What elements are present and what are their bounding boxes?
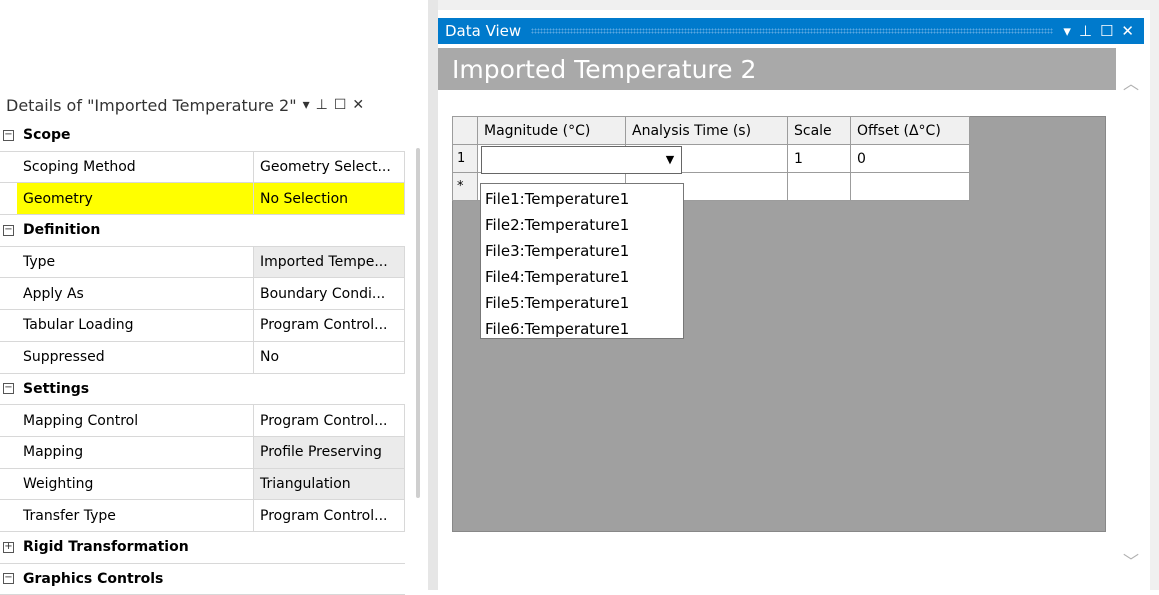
section-scope[interactable]: − Scope bbox=[0, 120, 405, 152]
panel-splitter[interactable] bbox=[428, 0, 438, 590]
column-header[interactable]: Scale bbox=[787, 116, 851, 145]
maximize-icon[interactable]: ☐ bbox=[334, 97, 347, 113]
details-grid: − Scope Scoping Method Geometry Select..… bbox=[0, 120, 405, 595]
magnitude-combobox[interactable]: ▼ bbox=[481, 146, 682, 174]
property-name: Transfer Type bbox=[17, 500, 254, 532]
property-name: Suppressed bbox=[17, 341, 254, 374]
close-icon[interactable]: ✕ bbox=[1121, 22, 1134, 40]
property-row-transfer-type[interactable]: Transfer Type Program Control... bbox=[0, 500, 405, 532]
pin-icon[interactable]: ⊥ bbox=[1079, 22, 1092, 40]
property-name: Type bbox=[17, 246, 254, 279]
property-name: Scoping Method bbox=[17, 151, 254, 184]
property-value[interactable]: No Selection bbox=[254, 183, 405, 216]
dataview-header-title: Data View bbox=[445, 22, 522, 40]
dataview-title: Imported Temperature 2 bbox=[438, 48, 1116, 90]
scroll-down-icon[interactable]: ﹀ bbox=[1123, 548, 1139, 572]
row-header[interactable]: * bbox=[452, 172, 478, 201]
property-value[interactable]: Program Control... bbox=[254, 405, 405, 437]
dataview-tools: ▾ ⊥ ☐ ✕ bbox=[1063, 22, 1144, 40]
table-cell[interactable] bbox=[850, 172, 970, 201]
collapse-icon[interactable]: − bbox=[3, 383, 14, 395]
collapse-icon[interactable]: − bbox=[3, 224, 14, 236]
property-row-suppressed[interactable]: Suppressed No bbox=[0, 341, 405, 374]
property-name: Apply As bbox=[17, 278, 254, 311]
pin-icon[interactable]: ⊥ bbox=[316, 97, 328, 113]
property-value[interactable]: Program Control... bbox=[254, 310, 405, 342]
details-panel: Details of "Imported Temperature 2" ▾ ⊥ … bbox=[0, 90, 420, 595]
collapse-icon[interactable]: − bbox=[3, 129, 14, 141]
section-rigid-transformation[interactable]: + Rigid Transformation bbox=[0, 532, 405, 564]
property-row-mapping-control[interactable]: Mapping Control Program Control... bbox=[0, 405, 405, 437]
property-value[interactable]: Boundary Condi... bbox=[254, 278, 405, 311]
drag-grip[interactable] bbox=[531, 28, 1054, 34]
property-value[interactable]: Geometry Select... bbox=[254, 151, 405, 184]
dataview-header: Data View ▾ ⊥ ☐ ✕ bbox=[438, 18, 1144, 44]
property-name: Mapping bbox=[17, 436, 254, 469]
section-label: Scope bbox=[17, 120, 405, 152]
property-row-mapping[interactable]: Mapping Profile Preserving bbox=[0, 436, 405, 469]
table-cell[interactable]: 0 bbox=[850, 144, 970, 173]
section-graphics-controls[interactable]: − Graphics Controls bbox=[0, 564, 405, 595]
section-definition[interactable]: − Definition bbox=[0, 215, 405, 247]
details-scrollbar[interactable] bbox=[416, 148, 420, 498]
scroll-up-icon[interactable]: ︿ bbox=[1123, 70, 1139, 94]
column-header[interactable]: Magnitude (°C) bbox=[477, 116, 626, 145]
dropdown-option[interactable]: File5:Temperature1 bbox=[481, 290, 683, 316]
chevron-down-icon[interactable]: ▼ bbox=[663, 153, 677, 167]
dropdown-menu-icon[interactable]: ▾ bbox=[1063, 22, 1071, 40]
property-row-tabular-loading[interactable]: Tabular Loading Program Control... bbox=[0, 310, 405, 342]
table-cell[interactable]: 1 bbox=[787, 144, 851, 173]
property-row-type[interactable]: Type Imported Tempe... bbox=[0, 246, 405, 279]
close-icon[interactable]: ✕ bbox=[352, 97, 364, 113]
details-tools: ▾ ⊥ ☐ ✕ bbox=[303, 97, 365, 113]
dataview-scrollbar[interactable]: ︿ ﹀ bbox=[1117, 48, 1147, 588]
corner-cell[interactable] bbox=[452, 116, 478, 145]
dropdown-option[interactable]: File1:Temperature1 bbox=[481, 186, 683, 212]
section-settings[interactable]: − Settings bbox=[0, 374, 405, 406]
table-cell[interactable] bbox=[787, 172, 851, 201]
dropdown-option[interactable]: File2:Temperature1 bbox=[481, 212, 683, 238]
property-value: Imported Tempe... bbox=[254, 246, 405, 279]
section-label: Graphics Controls bbox=[17, 564, 405, 595]
row-header[interactable]: 1 bbox=[452, 144, 478, 173]
details-title: Details of "Imported Temperature 2" bbox=[6, 95, 297, 115]
property-name: Weighting bbox=[17, 468, 254, 501]
property-row-scoping-method[interactable]: Scoping Method Geometry Select... bbox=[0, 151, 405, 184]
table-header-row: Magnitude (°C) Analysis Time (s) Scale O… bbox=[452, 116, 970, 145]
property-name: Geometry bbox=[17, 183, 254, 216]
expand-icon[interactable]: + bbox=[3, 541, 14, 553]
property-row-geometry[interactable]: Geometry No Selection bbox=[0, 183, 405, 216]
top-strip bbox=[438, 0, 1159, 10]
section-label: Definition bbox=[17, 215, 405, 247]
property-value: Profile Preserving bbox=[254, 436, 405, 469]
property-value[interactable]: No bbox=[254, 341, 405, 374]
section-label: Settings bbox=[17, 374, 405, 406]
column-header[interactable]: Offset (Δ°C) bbox=[850, 116, 970, 145]
property-row-apply-as[interactable]: Apply As Boundary Condi... bbox=[0, 278, 405, 311]
dropdown-option[interactable]: File3:Temperature1 bbox=[481, 238, 683, 264]
magnitude-dropdown-list: File1:Temperature1 File2:Temperature1 Fi… bbox=[480, 183, 684, 339]
section-label: Rigid Transformation bbox=[17, 532, 405, 564]
property-name: Tabular Loading bbox=[17, 310, 254, 342]
dropdown-menu-icon[interactable]: ▾ bbox=[303, 97, 310, 113]
property-value: Triangulation bbox=[254, 468, 405, 501]
property-row-weighting[interactable]: Weighting Triangulation bbox=[0, 468, 405, 501]
right-strip bbox=[1150, 10, 1159, 590]
collapse-icon[interactable]: − bbox=[3, 573, 14, 585]
details-title-bar: Details of "Imported Temperature 2" ▾ ⊥ … bbox=[0, 90, 420, 120]
column-header[interactable]: Analysis Time (s) bbox=[625, 116, 788, 145]
maximize-icon[interactable]: ☐ bbox=[1100, 22, 1113, 40]
dropdown-option[interactable]: File4:Temperature1 bbox=[481, 264, 683, 290]
property-value[interactable]: Program Control... bbox=[254, 500, 405, 532]
dropdown-option[interactable]: File6:Temperature1 bbox=[481, 316, 683, 342]
property-name: Mapping Control bbox=[17, 405, 254, 437]
